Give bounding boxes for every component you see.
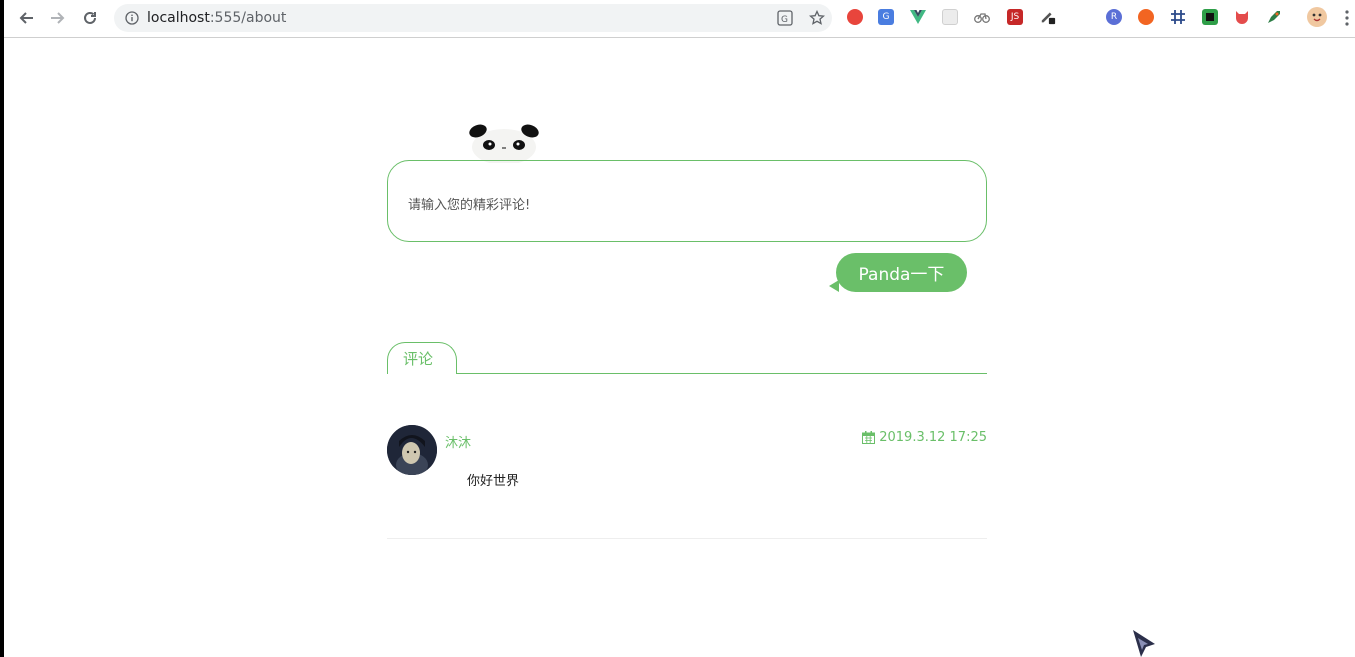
tab-comments[interactable]: 评论 — [387, 342, 457, 374]
extension-grid[interactable] — [942, 9, 958, 25]
extension-hash[interactable] — [1170, 9, 1186, 25]
comment-date: 2019.3.12 17:25 — [862, 430, 987, 445]
url-path: :555/about — [209, 10, 287, 26]
url-host: localhost — [147, 10, 210, 26]
forward-button[interactable] — [46, 6, 70, 30]
translate-icon[interactable]: G — [776, 9, 794, 27]
extension-octocat[interactable] — [1234, 9, 1250, 25]
submit-button-wrap: Panda一下 — [829, 253, 969, 293]
extension-react[interactable]: R — [1106, 9, 1122, 25]
extension-orange-circle[interactable] — [1138, 9, 1154, 25]
reload-button[interactable] — [78, 6, 102, 30]
bookmark-star-icon[interactable] — [808, 9, 826, 27]
extension-green-square[interactable] — [1202, 9, 1218, 25]
extension-vue-devtools[interactable] — [910, 9, 926, 25]
comment-input[interactable]: 请输入您的精彩评论! — [387, 160, 987, 242]
comment-username[interactable]: 沐沐 — [445, 432, 471, 451]
extension-bike[interactable] — [974, 9, 990, 25]
extension-rocket[interactable] — [1266, 9, 1282, 25]
comment-text: 你好世界 — [467, 474, 520, 489]
comment-placeholder: 请输入您的精彩评论! — [408, 198, 531, 213]
comment-item: 沐沐 2019.3.12 17:25 你好世界 — [387, 424, 987, 539]
window-edge — [0, 0, 4, 657]
comment-date-text: 2019.3.12 17:25 — [879, 430, 987, 445]
url-text[interactable]: localhost:555/about — [147, 10, 286, 26]
back-button[interactable] — [14, 6, 38, 30]
menu-dots-icon[interactable] — [1344, 9, 1350, 27]
extension-eyedropper[interactable] — [1040, 9, 1056, 25]
calendar-icon — [862, 431, 876, 444]
extension-red-circle[interactable] — [847, 9, 863, 25]
cursor-icon — [1133, 630, 1155, 657]
reload-icon — [84, 11, 96, 24]
avatar[interactable] — [387, 425, 437, 475]
extension-google-translate[interactable]: G — [878, 9, 894, 25]
address-bar[interactable]: localhost:555/about G — [114, 4, 832, 32]
comments-tab-bar: 评论 — [387, 342, 987, 376]
arrow-right-icon — [51, 12, 65, 24]
extension-js[interactable]: JS — [1007, 9, 1023, 25]
submit-button[interactable]: Panda一下 — [836, 253, 967, 292]
info-icon[interactable] — [125, 11, 139, 25]
browser-toolbar: localhost:555/about G G JS R — [4, 0, 1355, 38]
panda-mascot-icon — [469, 124, 539, 163]
arrow-left-icon — [19, 12, 33, 24]
profile-avatar[interactable] — [1307, 7, 1327, 27]
svg-text:G: G — [781, 15, 788, 25]
tab-underline — [457, 373, 987, 374]
